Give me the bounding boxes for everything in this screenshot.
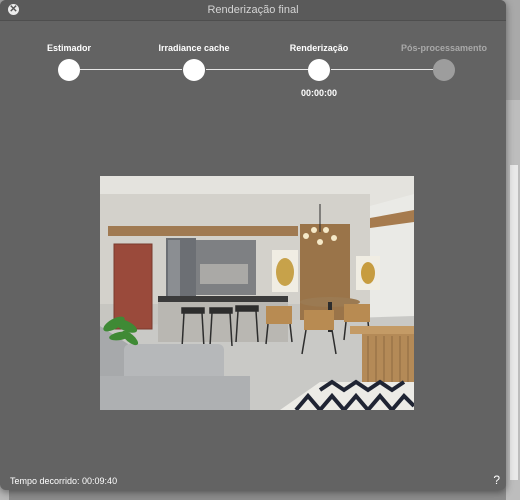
step-circle-pos-processamento <box>433 59 455 81</box>
step-label-estimador: Estimador <box>46 43 92 53</box>
step-connector <box>80 69 182 70</box>
help-icon[interactable]: ? <box>493 473 500 487</box>
elapsed-time: Tempo decorrido: 00:09:40 <box>10 476 118 486</box>
step-connector <box>206 69 308 70</box>
step-label-renderizacao: Renderização <box>289 43 349 53</box>
step-label-irradiance-cache: Irradiance cache <box>158 43 230 53</box>
step-circle-estimador <box>58 59 80 81</box>
render-preview <box>100 176 414 410</box>
dialog-title: Renderização final <box>207 4 299 16</box>
step-label-pos-processamento: Pós-processamento <box>400 43 488 53</box>
background-right-panel <box>510 165 518 480</box>
step-circle-renderizacao <box>308 59 330 81</box>
step-circle-irradiance-cache <box>183 59 205 81</box>
render-dialog: ✕ Renderização final Estimador Irradianc… <box>0 0 506 490</box>
render-time: 00:00:00 <box>300 88 338 98</box>
title-bar: ✕ Renderização final <box>0 0 506 21</box>
step-connector <box>331 69 433 70</box>
